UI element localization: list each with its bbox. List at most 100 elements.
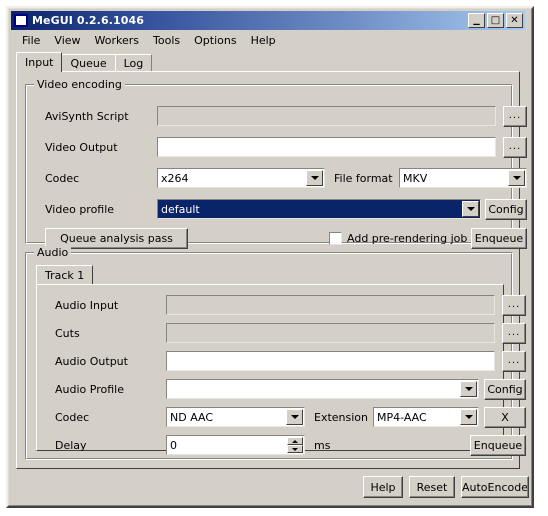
cuts-browse-label: ... — [507, 326, 521, 338]
title-bar[interactable]: MeGUI 0.2.6.1046 _ □ ✕ — [11, 11, 525, 30]
autoencode-button-label: AutoEncode — [462, 480, 528, 494]
menu-item-options[interactable]: Options — [187, 33, 243, 48]
tab-input[interactable]: Input — [16, 52, 63, 72]
video-codec-chevron-down-icon[interactable] — [306, 170, 323, 186]
audio-remove-track-label: X — [501, 411, 509, 424]
video-profile-label: Video profile — [45, 203, 115, 216]
audio-delay-stepper[interactable]: 0 — [166, 435, 305, 455]
audio-profile-select[interactable] — [166, 379, 479, 399]
help-button-label: Help — [370, 480, 396, 494]
audio-group-title: Audio — [34, 246, 72, 259]
audio-profile-chevron-down-icon[interactable] — [460, 381, 477, 397]
avisynth-script-input[interactable] — [157, 106, 496, 126]
audio-enqueue-button[interactable]: Enqueue — [470, 435, 526, 456]
video-codec-select[interactable]: x264 — [157, 168, 325, 188]
audio-input-field[interactable] — [166, 295, 495, 315]
video-enqueue-label: Enqueue — [474, 232, 524, 245]
video-codec-value: x264 — [161, 171, 189, 185]
audio-output-label: Audio Output — [55, 355, 128, 368]
maximize-icon: □ — [490, 14, 501, 26]
file-format-label: File format — [334, 172, 393, 185]
window-title: MeGUI 0.2.6.1046 — [32, 14, 145, 27]
audio-delay-value: 0 — [170, 438, 177, 452]
audio-track-tab-1[interactable]: Track 1 — [36, 265, 94, 284]
main-tab-strip: Input Queue Log — [16, 52, 520, 72]
queue-analysis-pass-label: Queue analysis pass — [60, 232, 173, 245]
video-profile-chevron-down-icon[interactable] — [462, 201, 479, 217]
tab-log[interactable]: Log — [114, 54, 153, 72]
audio-delay-label: Delay — [55, 439, 87, 452]
window-controls: _ □ ✕ — [468, 12, 523, 28]
close-button[interactable]: ✕ — [506, 13, 523, 28]
audio-profile-label: Audio Profile — [55, 383, 124, 396]
menu-item-help[interactable]: Help — [244, 33, 283, 48]
audio-output-field[interactable] — [166, 351, 495, 371]
video-profile-value: default — [161, 202, 200, 216]
video-profile-select[interactable]: default — [157, 199, 481, 219]
audio-extension-label: Extension — [314, 411, 369, 424]
video-output-input[interactable] — [157, 137, 496, 157]
menu-item-tools[interactable]: Tools — [146, 33, 187, 48]
audio-delay-unit-label: ms — [314, 439, 331, 452]
audio-codec-value: ND AAC — [170, 410, 214, 424]
file-format-chevron-down-icon[interactable] — [508, 170, 525, 186]
input-tab-page: Video encoding AviSynth Script ... Video… — [16, 71, 527, 469]
audio-remove-track-button[interactable]: X — [484, 407, 526, 428]
add-pre-rendering-job-box[interactable] — [329, 232, 342, 245]
menu-bar: File View Workers Tools Options Help — [11, 32, 525, 49]
audio-track-tab-strip: Track 1 — [36, 265, 94, 284]
file-format-select[interactable]: MKV — [399, 168, 527, 188]
audio-codec-label: Codec — [55, 411, 90, 424]
video-output-browse-label: ... — [508, 140, 522, 152]
audio-codec-chevron-down-icon[interactable] — [286, 409, 303, 425]
audio-track-page: Audio Input ... Cuts ... Audio Output ..… — [36, 284, 526, 456]
avisynth-script-browse-button[interactable]: ... — [503, 106, 527, 127]
menu-item-view[interactable]: View — [47, 33, 87, 48]
window-frame: MeGUI 0.2.6.1046 _ □ ✕ File View Workers… — [6, 6, 534, 508]
audio-input-browse-label: ... — [507, 298, 521, 310]
audio-profile-config-button[interactable]: Config — [484, 379, 526, 400]
megui-main-window: MeGUI 0.2.6.1046 _ □ ✕ File View Workers… — [0, 0, 548, 516]
audio-enqueue-label: Enqueue — [473, 439, 523, 452]
tab-queue[interactable]: Queue — [61, 54, 116, 72]
menu-item-workers[interactable]: Workers — [88, 33, 146, 48]
add-pre-rendering-job-checkbox[interactable]: Add pre-rendering job — [329, 232, 467, 245]
audio-input-browse-button[interactable]: ... — [502, 295, 526, 316]
menu-item-file[interactable]: File — [15, 33, 47, 48]
audio-extension-chevron-down-icon[interactable] — [460, 409, 477, 425]
audio-profile-config-label: Config — [487, 383, 523, 396]
video-encoding-group-title: Video encoding — [34, 78, 125, 91]
avisynth-script-label: AviSynth Script — [45, 110, 129, 123]
video-codec-label: Codec — [45, 172, 80, 185]
audio-output-browse-button[interactable]: ... — [502, 351, 526, 372]
help-button[interactable]: Help — [363, 476, 403, 498]
close-icon: ✕ — [510, 14, 519, 26]
maximize-button[interactable]: □ — [487, 13, 504, 28]
audio-codec-select[interactable]: ND AAC — [166, 407, 305, 427]
reset-button-label: Reset — [416, 480, 448, 494]
video-output-label: Video Output — [45, 141, 118, 154]
audio-group: Audio Track 1 Audio Input ... Cuts ... A… — [25, 246, 526, 460]
video-profile-config-button[interactable]: Config — [485, 199, 527, 220]
audio-extension-select[interactable]: MP4-AAC — [373, 407, 479, 427]
audio-delay-increment-button[interactable] — [287, 437, 303, 445]
audio-profile-value — [167, 380, 460, 398]
file-format-value: MKV — [403, 171, 428, 185]
video-profile-config-label: Config — [488, 203, 524, 216]
avisynth-script-browse-label: ... — [508, 109, 522, 121]
add-pre-rendering-job-label: Add pre-rendering job — [347, 232, 468, 245]
cuts-field[interactable] — [166, 323, 495, 343]
cuts-browse-button[interactable]: ... — [502, 323, 526, 344]
video-enqueue-button[interactable]: Enqueue — [471, 228, 527, 249]
autoencode-button[interactable]: AutoEncode — [461, 476, 529, 498]
window-icon — [14, 14, 28, 27]
video-output-browse-button[interactable]: ... — [503, 137, 527, 158]
audio-delay-decrement-button[interactable] — [287, 445, 303, 453]
minimize-button[interactable]: _ — [468, 12, 485, 28]
audio-delay-spin-buttons — [287, 437, 303, 453]
audio-output-browse-label: ... — [507, 354, 521, 366]
cuts-label: Cuts — [55, 327, 80, 340]
audio-input-label: Audio Input — [55, 299, 119, 312]
video-encoding-group: Video encoding AviSynth Script ... Video… — [25, 78, 527, 249]
reset-button[interactable]: Reset — [409, 476, 455, 498]
